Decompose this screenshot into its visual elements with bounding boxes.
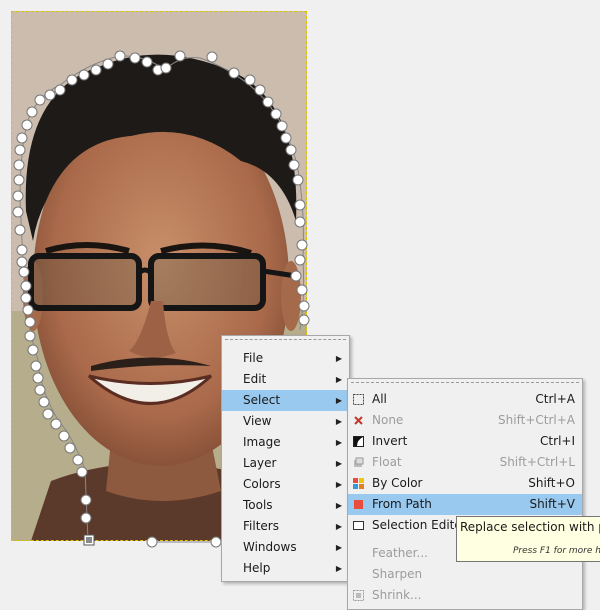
submenu-arrow-icon: ▶ — [335, 459, 342, 468]
submenu-arrow-icon: ▶ — [335, 396, 342, 405]
submenu-arrow-icon: ▶ — [335, 522, 342, 531]
by-color-item[interactable]: By Color Shift+O — [348, 473, 582, 494]
shortcut-label: Shift+Ctrl+L — [499, 455, 575, 469]
menu-item-file[interactable]: File ▶ — [222, 348, 349, 369]
tooltip-text: Replace selection with path — [460, 520, 600, 534]
menu-item-label: Edit — [243, 372, 267, 386]
menu-item-label: Selection Editor — [372, 518, 467, 532]
menu-item-label: Tools — [243, 498, 273, 512]
menu-item-image[interactable]: Image ▶ — [222, 432, 349, 453]
image-canvas[interactable]: File ▶ Edit ▶ Select ▶ View ▶ Image ▶ La… — [0, 0, 600, 610]
shortcut-label: Shift+O — [528, 476, 575, 490]
from-path-item[interactable]: From Path Shift+V — [348, 494, 582, 515]
menu-item-select[interactable]: Select ▶ — [222, 390, 349, 411]
menu-item-windows[interactable]: Windows ▶ — [222, 537, 349, 558]
shortcut-label: Ctrl+I — [540, 434, 575, 448]
select-submenu: All Ctrl+A None Shift+Ctrl+A Invert Ctrl… — [347, 378, 583, 610]
menu-item-label: Sharpen — [372, 567, 423, 581]
select-all-icon — [353, 394, 364, 405]
invert-item[interactable]: Invert Ctrl+I — [348, 431, 582, 452]
select-none-icon — [354, 416, 363, 425]
menu-item-label: Windows — [243, 540, 297, 554]
menu-tearoff[interactable] — [225, 339, 346, 347]
from-path-icon — [354, 500, 363, 509]
menu-item-label: Invert — [372, 434, 408, 448]
shortcut-label: Ctrl+A — [535, 392, 575, 406]
menu-item-label: From Path — [372, 497, 432, 511]
submenu-arrow-icon: ▶ — [335, 480, 342, 489]
selection-editor-icon — [353, 521, 364, 530]
menu-item-label: Layer — [243, 456, 277, 470]
float-item: Float Shift+Ctrl+L — [348, 452, 582, 473]
path-end-anchor[interactable] — [83, 534, 95, 546]
submenu-arrow-icon: ▶ — [335, 543, 342, 552]
menu-item-tools[interactable]: Tools ▶ — [222, 495, 349, 516]
select-all-item[interactable]: All Ctrl+A — [348, 389, 582, 410]
submenu-arrow-icon: ▶ — [335, 354, 342, 363]
submenu-arrow-icon: ▶ — [335, 438, 342, 447]
submenu-arrow-icon: ▶ — [335, 564, 342, 573]
tooltip-hint: Press F1 for more help — [513, 546, 600, 556]
menu-item-label: Help — [243, 561, 271, 575]
submenu-arrow-icon: ▶ — [335, 417, 342, 426]
float-icon — [354, 457, 364, 467]
menu-item-label: By Color — [372, 476, 423, 490]
by-color-icon — [353, 478, 364, 489]
menu-item-help[interactable]: Help ▶ — [222, 558, 349, 579]
shortcut-label: Shift+Ctrl+A — [498, 413, 575, 427]
menu-item-layer[interactable]: Layer ▶ — [222, 453, 349, 474]
menu-item-label: Select — [243, 393, 281, 407]
menu-item-label: Colors — [243, 477, 281, 491]
menu-item-label: File — [243, 351, 264, 365]
menu-item-label: Image — [243, 435, 281, 449]
submenu-arrow-icon: ▶ — [335, 501, 342, 510]
menu-item-label: Shrink... — [372, 588, 422, 602]
shrink-item: Shrink... — [348, 585, 582, 606]
menu-item-colors[interactable]: Colors ▶ — [222, 474, 349, 495]
shrink-icon — [353, 590, 364, 601]
select-none-item: None Shift+Ctrl+A — [348, 410, 582, 431]
invert-icon — [353, 436, 364, 447]
menu-item-filters[interactable]: Filters ▶ — [222, 516, 349, 537]
sharpen-item: Sharpen — [348, 564, 582, 585]
menu-item-edit[interactable]: Edit ▶ — [222, 369, 349, 390]
menu-item-label: Feather... — [372, 546, 428, 560]
tooltip: Replace selection with path Press F1 for… — [456, 516, 600, 562]
menu-item-label: All — [372, 392, 387, 406]
menu-item-view[interactable]: View ▶ — [222, 411, 349, 432]
menu-item-label: View — [243, 414, 272, 428]
context-menu: File ▶ Edit ▶ Select ▶ View ▶ Image ▶ La… — [221, 335, 350, 582]
shortcut-label: Shift+V — [529, 497, 575, 511]
menu-item-label: Filters — [243, 519, 279, 533]
menu-item-label: Float — [372, 455, 402, 469]
menu-item-label: None — [372, 413, 404, 427]
submenu-arrow-icon: ▶ — [335, 375, 342, 384]
